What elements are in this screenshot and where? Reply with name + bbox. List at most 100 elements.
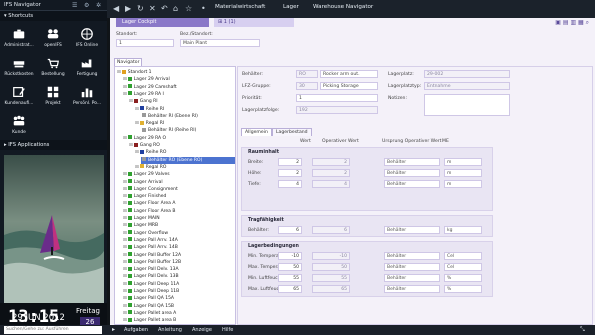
wert-field[interactable]: 55 — [278, 274, 302, 282]
tree-expander-icon[interactable]: ⊟ — [123, 289, 127, 294]
tree-node[interactable]: ⊟ Lager MRB — [123, 222, 235, 229]
tree-expander-icon[interactable]: ⊟ — [135, 107, 139, 112]
lagerplatz-field[interactable]: 29-002 — [424, 70, 510, 78]
behaelter-code-field[interactable]: RO — [296, 70, 318, 78]
tree-node[interactable]: ⊟ Standort 1 — [117, 69, 235, 76]
tree-expander-icon[interactable]: ⊟ — [123, 311, 127, 316]
settings-icon[interactable]: ⚙ — [84, 0, 89, 11]
tree-node[interactable]: ⊟ Lager Pallet area A — [123, 310, 235, 317]
menu-aufgaben[interactable]: Aufgaben — [124, 326, 148, 334]
lagerplatztyp-field[interactable]: Entnahme — [424, 82, 510, 90]
operativer-wert-field[interactable]: 6 — [312, 226, 350, 234]
behaelter-desc-field[interactable]: Rocker arm out. — [320, 70, 378, 78]
tree-node[interactable]: ⊟ Lager Consignment — [123, 186, 235, 193]
tree-expander-icon[interactable]: ⊟ — [123, 223, 127, 228]
tree-node[interactable]: ⊟ Lager 29 Valves — [123, 171, 235, 178]
ursprung-field[interactable]: Behälter — [384, 226, 440, 234]
tree-node[interactable]: ⊟ Regal RO — [135, 164, 235, 171]
shortcut-tile[interactable]: Persönl. Po... — [70, 81, 104, 110]
tree-expander-icon[interactable]: ⊟ — [123, 318, 127, 323]
me-field[interactable]: % — [444, 274, 482, 282]
tree-expander-icon[interactable]: ⊟ — [123, 260, 127, 265]
tree-expander-icon[interactable]: ⊟ — [123, 304, 127, 309]
tree-node[interactable]: Behälter RI (Reihe RI) — [141, 127, 235, 134]
wert-field[interactable]: 65 — [278, 285, 302, 293]
home-icon[interactable]: ⌂ — [173, 4, 178, 13]
me-field[interactable]: m — [444, 169, 482, 177]
duplicate-icon[interactable]: ▥ — [570, 19, 576, 26]
save-icon[interactable]: ▤ — [563, 19, 569, 26]
menu-icon[interactable]: ☰ — [72, 0, 77, 11]
operativer-wert-field[interactable]: 4 — [312, 180, 350, 188]
me-field[interactable]: kg — [444, 226, 482, 234]
tree-node[interactable]: ⊟ Lager Finished — [123, 193, 235, 200]
wert-field[interactable]: 4 — [278, 180, 302, 188]
shortcut-tile[interactable]: IFS Online — [70, 23, 104, 52]
new-record-icon[interactable]: ▣ — [555, 19, 561, 26]
close-icon[interactable]: ✕ — [149, 4, 156, 13]
tree-expander-icon[interactable]: ⊟ — [135, 165, 139, 170]
tree-expander-icon[interactable]: ⊟ — [123, 209, 127, 214]
tree-node[interactable]: ⊟ Lager Overflow — [123, 230, 235, 237]
tree-expander-icon[interactable]: ⊟ — [135, 150, 139, 155]
tab-lagerbestand[interactable]: Lagerbestand — [272, 128, 312, 136]
shortcut-tile[interactable]: Fertigung — [70, 52, 104, 81]
wert-field[interactable]: 6 — [278, 226, 302, 234]
me-field[interactable]: % — [444, 285, 482, 293]
lagerplatzfolge-field[interactable]: 192 — [296, 106, 378, 114]
tree-node[interactable]: ⊟ Lager Pall Buffer 12A — [123, 252, 235, 259]
lfz-code-field[interactable]: 30 — [296, 82, 318, 90]
tree-node[interactable]: ⊟ Lager Pall QA 15A — [123, 295, 235, 302]
tab-lager-cockpit[interactable]: Lager Cockpit — [116, 18, 209, 27]
notizen-field[interactable] — [424, 94, 510, 116]
tree-expander-icon[interactable]: ⊟ — [117, 70, 121, 75]
tab-navigator[interactable]: Navigator — [114, 58, 142, 66]
tree-node[interactable]: ⊟ Gang RO — [129, 142, 235, 149]
tree-expander-icon[interactable]: ⊟ — [135, 121, 139, 126]
forward-arrow-icon[interactable]: ▶ — [125, 4, 131, 13]
tree-node[interactable]: ⊟ Lager 29 RA I — [123, 91, 235, 98]
tree-expander-icon[interactable]: ⊟ — [123, 231, 127, 236]
operativer-wert-field[interactable]: 2 — [312, 158, 350, 166]
shortcut-tile[interactable]: Projekt — [36, 81, 70, 110]
ursprung-field[interactable]: Behälter — [384, 274, 440, 282]
ursprung-field[interactable]: Behälter — [384, 285, 440, 293]
tree-expander-icon[interactable]: ⊟ — [123, 238, 127, 243]
search-icon[interactable]: ⌕ — [586, 19, 589, 26]
tree-expander-icon[interactable]: ⊟ — [123, 274, 127, 279]
tree-node[interactable]: ⊟ Lager Pall Deep 11A — [123, 281, 235, 288]
tree-node[interactable]: ⊟ Lager Pallet area B — [123, 317, 235, 324]
breadcrumb-materialwirtschaft[interactable]: Materialwirtschaft — [215, 4, 265, 10]
tree-node[interactable]: Behälter RO (Ebene RO) — [141, 156, 235, 164]
tree-node[interactable]: ⊟ Reihe RI — [135, 106, 235, 113]
shortcut-tile[interactable]: openIFS — [36, 23, 70, 52]
tree-node[interactable]: ⊟ Lager MAIN — [123, 215, 235, 222]
me-field[interactable]: Cel — [444, 252, 482, 260]
standort-field[interactable]: 1 — [116, 39, 174, 47]
gear-icon[interactable]: ✲ — [96, 0, 101, 11]
tree-expander-icon[interactable]: ⊟ — [123, 172, 127, 177]
resize-icon[interactable]: ⤡ — [580, 326, 585, 334]
wert-field[interactable]: 50 — [278, 263, 302, 271]
tree-node[interactable]: Behälter RI (Ebene RI) — [141, 113, 235, 120]
tree-expander-icon[interactable]: ⊟ — [123, 216, 127, 221]
shortcut-tile[interactable]: Bestellung — [36, 52, 70, 81]
tree-expander-icon[interactable]: ⊟ — [129, 143, 133, 148]
ifs-applications-header[interactable]: ▸ IFS Applications — [0, 140, 107, 150]
search-input[interactable]: Suchen/Gehe zu: Ausführen — [4, 326, 102, 334]
wert-field[interactable]: 2 — [278, 169, 302, 177]
tree-node[interactable]: ⊟ Lager Pall QA 15B — [123, 303, 235, 310]
me-field[interactable]: m — [444, 180, 482, 188]
operativer-wert-field[interactable]: 65 — [312, 285, 350, 293]
back-arrow-icon[interactable]: ◀ — [113, 4, 119, 13]
lfz-desc-field[interactable]: Picking Storage — [320, 82, 378, 90]
tree-node[interactable]: ⊟ Lager Pall Deep 11B — [123, 288, 235, 295]
me-field[interactable]: Cel — [444, 263, 482, 271]
ursprung-field[interactable]: Behälter — [384, 263, 440, 271]
shortcuts-header[interactable]: ▾ Shortcuts — [0, 11, 107, 21]
tree-expander-icon[interactable]: ⊟ — [123, 180, 127, 185]
tree-expander-icon[interactable]: ⊟ — [123, 77, 127, 82]
tree-node[interactable]: ⊟ Lager Pall Buffer 12B — [123, 259, 235, 266]
tree-expander-icon[interactable]: ⊟ — [123, 187, 127, 192]
wert-field[interactable]: 2 — [278, 158, 302, 166]
